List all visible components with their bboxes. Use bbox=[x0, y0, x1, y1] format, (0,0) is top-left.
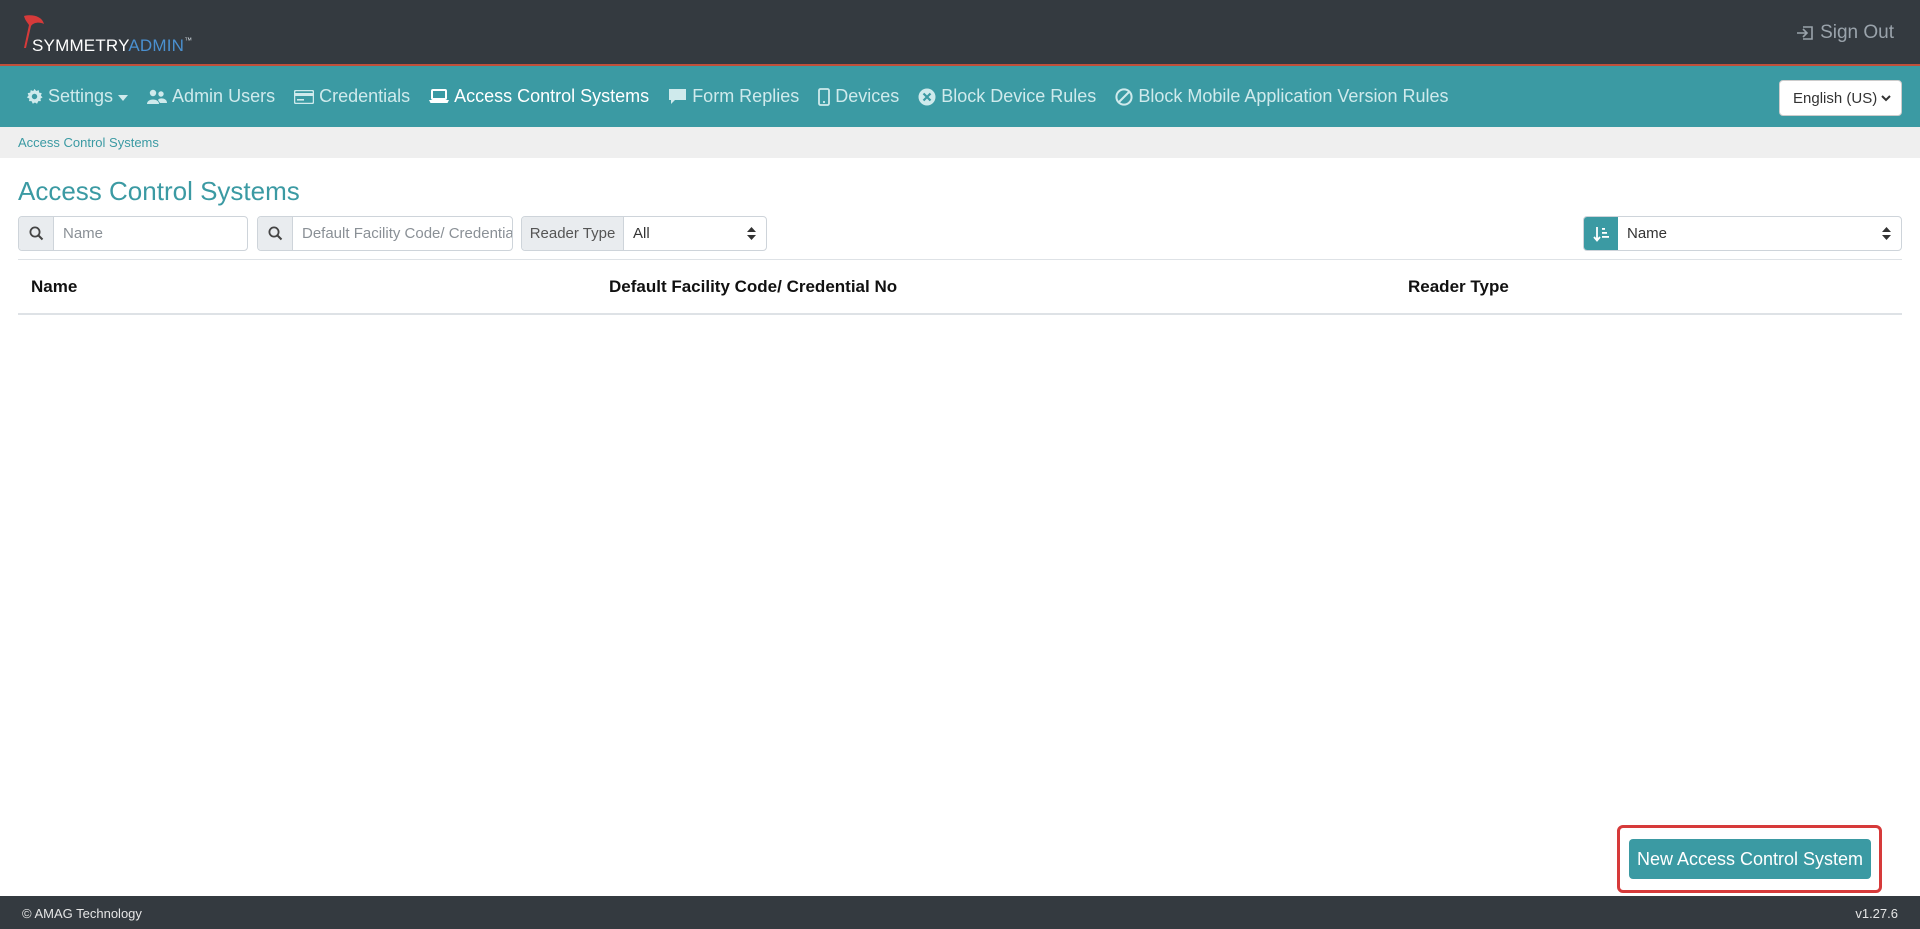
users-icon bbox=[147, 89, 168, 104]
search-icon bbox=[19, 217, 54, 250]
comment-icon bbox=[669, 89, 687, 104]
nav-form-replies[interactable]: Form Replies bbox=[668, 86, 799, 107]
main-nav: Settings Admin Users Credentials Access … bbox=[0, 66, 1920, 127]
id-card-icon bbox=[294, 89, 315, 104]
sort-group: Name bbox=[1583, 216, 1902, 251]
laptop-icon bbox=[429, 89, 450, 103]
times-circle-icon bbox=[918, 88, 936, 105]
breadcrumb: Access Control Systems bbox=[0, 127, 1920, 158]
reader-type-filter-group: Reader Type All bbox=[521, 216, 767, 251]
nav-credentials[interactable]: Credentials bbox=[294, 86, 410, 107]
reader-type-select[interactable]: All bbox=[624, 217, 766, 250]
logo-text: SYMMETRYADMIN™ bbox=[32, 36, 192, 56]
reader-type-label: Reader Type bbox=[522, 217, 624, 250]
sign-out-label: Sign Out bbox=[1820, 22, 1894, 43]
nav-access-control-systems-label: Access Control Systems bbox=[454, 86, 650, 106]
chevron-down-icon bbox=[118, 94, 129, 101]
sign-out-link[interactable]: Sign Out bbox=[1796, 22, 1894, 44]
top-header: SYMMETRYADMIN™ Sign Out bbox=[0, 0, 1920, 66]
nav-form-replies-label: Form Replies bbox=[692, 86, 800, 106]
sort-direction-button[interactable] bbox=[1584, 217, 1618, 250]
nav-devices-label: Devices bbox=[835, 86, 900, 106]
nav-block-device-rules[interactable]: Block Device Rules bbox=[918, 86, 1096, 107]
gear-icon bbox=[26, 88, 43, 104]
name-search-input[interactable]: Name bbox=[54, 217, 247, 250]
facility-code-search-placeholder: Default Facility Code/ Credential No bbox=[302, 225, 512, 242]
reader-type-select-value: All bbox=[633, 225, 650, 242]
column-header-name[interactable]: Name bbox=[31, 277, 77, 297]
sort-arrows-icon bbox=[1882, 227, 1891, 240]
language-select-value: English (US) bbox=[1793, 89, 1878, 107]
ban-icon bbox=[1115, 87, 1133, 106]
footer-version: v1.27.6 bbox=[1855, 906, 1898, 921]
logo-primary-text: SYMMETRY bbox=[32, 36, 129, 55]
logo-secondary-text: ADMIN bbox=[128, 36, 185, 55]
nav-settings-label: Settings bbox=[48, 86, 114, 106]
nav-admin-users[interactable]: Admin Users bbox=[147, 86, 275, 107]
nav-block-mobile-app-version-rules-label: Block Mobile Application Version Rules bbox=[1138, 86, 1449, 106]
access-control-systems-table: Name Default Facility Code/ Credential N… bbox=[18, 259, 1902, 315]
nav-admin-users-label: Admin Users bbox=[172, 86, 276, 106]
nav-credentials-label: Credentials bbox=[319, 86, 411, 106]
chevron-down-icon bbox=[1881, 94, 1891, 101]
nav-devices[interactable]: Devices bbox=[818, 86, 899, 107]
nav-block-mobile-app-version-rules[interactable]: Block Mobile Application Version Rules bbox=[1115, 86, 1448, 107]
facility-code-search-input[interactable]: Default Facility Code/ Credential No bbox=[293, 217, 512, 250]
new-access-control-system-button[interactable]: New Access Control System bbox=[1629, 839, 1871, 879]
language-select[interactable]: English (US) bbox=[1779, 80, 1902, 116]
page-title: Access Control Systems bbox=[18, 176, 300, 206]
sort-field-select[interactable]: Name bbox=[1618, 217, 1901, 250]
footer: © AMAG Technology v1.27.6 bbox=[0, 896, 1920, 929]
facility-search-group: Default Facility Code/ Credential No bbox=[257, 216, 513, 251]
new-button-highlight: New Access Control System bbox=[1617, 825, 1882, 893]
search-icon bbox=[258, 217, 293, 250]
name-search-group: Name bbox=[18, 216, 248, 251]
name-search-placeholder: Name bbox=[63, 225, 104, 242]
sort-field-select-value: Name bbox=[1627, 225, 1668, 242]
sign-out-icon bbox=[1797, 26, 1813, 40]
symmetry-admin-logo[interactable]: SYMMETRYADMIN™ bbox=[22, 14, 192, 56]
nav-settings[interactable]: Settings bbox=[26, 86, 129, 107]
table-header: Name Default Facility Code/ Credential N… bbox=[18, 259, 1902, 315]
column-header-reader-type[interactable]: Reader Type bbox=[1408, 277, 1509, 297]
logo-trademark: ™ bbox=[184, 36, 193, 45]
sort-amount-down-icon bbox=[1592, 226, 1609, 242]
column-header-facility-code[interactable]: Default Facility Code/ Credential No bbox=[609, 277, 897, 297]
nav-block-device-rules-label: Block Device Rules bbox=[941, 86, 1097, 106]
mobile-icon bbox=[818, 87, 831, 106]
sort-arrows-icon bbox=[747, 227, 756, 240]
nav-access-control-systems[interactable]: Access Control Systems bbox=[429, 86, 649, 107]
breadcrumb-access-control-systems[interactable]: Access Control Systems bbox=[18, 135, 159, 150]
footer-copyright: © AMAG Technology bbox=[22, 906, 142, 921]
